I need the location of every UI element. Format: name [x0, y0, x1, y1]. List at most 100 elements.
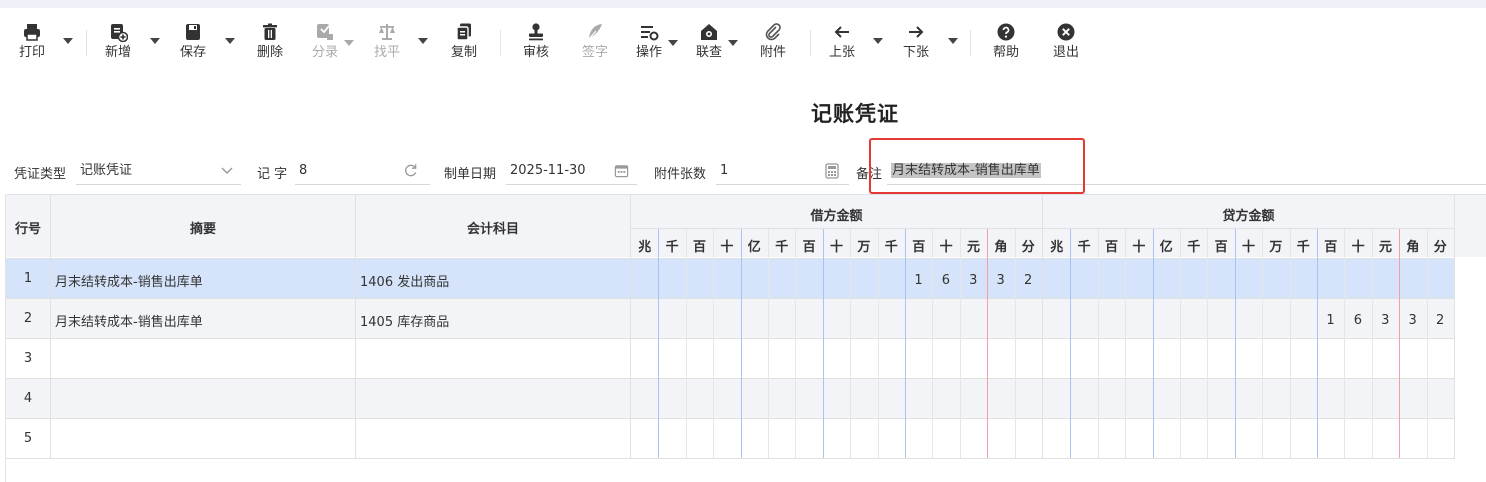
credit-digit: 3 — [1381, 313, 1390, 328]
col-header-line-no: 行号 — [14, 222, 41, 237]
attach-button[interactable]: 附件 — [753, 22, 793, 62]
column-divider — [1042, 195, 1043, 458]
table-row[interactable] — [6, 378, 1455, 418]
digit-divider — [1372, 229, 1373, 458]
digit-divider — [795, 229, 796, 458]
save-button[interactable]: 保存 — [173, 22, 213, 62]
help-icon — [997, 23, 1015, 41]
prev-dropdown-chevron-down-icon[interactable] — [873, 38, 883, 44]
credit-unit-header: 亿 — [1159, 240, 1173, 255]
next-button[interactable]: 下张 — [896, 22, 936, 62]
attach-count-value: 1 — [720, 163, 729, 178]
date-value: 2025-11-30 — [510, 163, 586, 178]
digit-divider — [1344, 229, 1345, 458]
prev-button[interactable]: 上张 — [822, 22, 862, 62]
summary-cell[interactable]: 月末结转成本-销售出库单 — [55, 271, 203, 290]
balance-dropdown-chevron-down-icon[interactable] — [418, 38, 428, 44]
add-dropdown-chevron-down-icon[interactable] — [150, 38, 160, 44]
debit-unit-header: 百 — [912, 240, 926, 255]
print-button[interactable]: 打印 — [12, 22, 52, 62]
credit-unit-header: 十 — [1351, 240, 1365, 255]
sign-button[interactable]: 签字 — [575, 22, 615, 62]
digit-divider — [823, 229, 824, 458]
add-button[interactable]: 新增 — [98, 22, 138, 62]
row-divider — [6, 378, 1455, 379]
operate-dropdown-chevron-down-icon[interactable] — [668, 40, 678, 46]
add-label: 新增 — [104, 45, 131, 60]
line-number-cell[interactable]: 1 — [6, 271, 50, 286]
highlight-box — [869, 138, 1085, 194]
credit-unit-header: 十 — [1241, 240, 1255, 255]
print-dropdown-chevron-down-icon[interactable] — [63, 38, 73, 44]
summary-cell[interactable]: 月末结转成本-销售出库单 — [55, 311, 203, 330]
exit-button[interactable]: 退出 — [1046, 22, 1086, 62]
date-input[interactable]: 2025-11-30 — [506, 157, 637, 185]
header-divider — [631, 228, 1455, 229]
table-row[interactable] — [6, 298, 1455, 338]
debit-digit: 1 — [914, 273, 923, 288]
date-label: 制单日期 — [444, 167, 497, 182]
table-row[interactable] — [6, 338, 1455, 378]
query-dropdown-chevron-down-icon[interactable] — [728, 40, 738, 46]
debit-unit-header: 十 — [939, 240, 953, 255]
trash-icon — [263, 23, 277, 40]
debit-unit-header: 亿 — [747, 240, 761, 255]
digit-divider — [1235, 229, 1236, 458]
voucher-type-label: 凭证类型 — [14, 167, 67, 182]
audit-label: 审核 — [522, 45, 549, 60]
digit-divider — [878, 229, 879, 458]
help-button[interactable]: 帮助 — [986, 22, 1026, 62]
digit-divider — [1207, 229, 1208, 458]
account-cell[interactable]: 1405 库存商品 — [360, 311, 449, 330]
credit-digit: 2 — [1435, 313, 1445, 328]
debit-digit: 2 — [1023, 273, 1033, 288]
digit-divider — [658, 229, 659, 458]
debit-unit-header: 千 — [665, 240, 679, 255]
debit-digit: 3 — [969, 273, 978, 288]
add-doc-icon — [111, 24, 128, 42]
operate-button[interactable]: 操作 — [629, 22, 669, 62]
query-button[interactable]: 联查 — [689, 22, 729, 62]
word-number-input[interactable]: 8 — [295, 157, 430, 185]
digit-divider — [1317, 229, 1318, 458]
debit-digit: 6 — [941, 273, 951, 288]
table-row[interactable] — [6, 418, 1455, 458]
col-header-summary: 摘要 — [189, 222, 216, 237]
voucher-type-select[interactable]: 记账凭证 — [76, 157, 241, 185]
link-home-icon — [701, 24, 717, 40]
row-divider — [6, 298, 1455, 299]
line-number-cell[interactable]: 2 — [6, 311, 50, 326]
debit-unit-header: 千 — [775, 240, 789, 255]
debit-unit-header: 角 — [994, 240, 1008, 255]
next-dropdown-chevron-down-icon[interactable] — [948, 38, 958, 44]
attach-count-input[interactable]: 1 — [716, 157, 849, 185]
calculator-icon[interactable] — [825, 163, 839, 179]
entry-button[interactable]: 分录 — [305, 22, 345, 62]
operate-label: 操作 — [635, 45, 662, 60]
balance-button[interactable]: 找平 — [367, 22, 407, 62]
line-number-cell[interactable]: 3 — [6, 351, 50, 366]
save-dropdown-chevron-down-icon[interactable] — [225, 38, 235, 44]
line-number-cell[interactable]: 4 — [6, 391, 50, 406]
delete-button[interactable]: 删除 — [250, 22, 290, 62]
credit-unit-header: 千 — [1187, 240, 1201, 255]
row-divider — [6, 258, 1455, 259]
table-row[interactable] — [6, 258, 1455, 298]
debit-unit-header: 十 — [829, 240, 843, 255]
entry-dropdown-chevron-down-icon[interactable] — [344, 40, 354, 46]
word-number-value: 8 — [299, 163, 308, 178]
scale-icon — [379, 24, 395, 40]
line-number-cell[interactable]: 5 — [6, 431, 50, 446]
col-header-debit: 借方金额 — [810, 209, 863, 224]
credit-unit-header: 十 — [1132, 240, 1146, 255]
save-label: 保存 — [179, 45, 206, 60]
account-cell[interactable]: 1406 发出商品 — [360, 271, 449, 290]
refresh-icon[interactable] — [403, 163, 418, 178]
toolbar-divider — [810, 30, 811, 56]
audit-button[interactable]: 审核 — [516, 22, 556, 62]
col-header-credit: 贷方金额 — [1222, 209, 1275, 224]
copy-button[interactable]: 复制 — [444, 22, 484, 62]
calendar-icon[interactable] — [614, 163, 629, 178]
credit-unit-header: 百 — [1104, 240, 1118, 255]
debit-unit-header: 百 — [692, 240, 706, 255]
